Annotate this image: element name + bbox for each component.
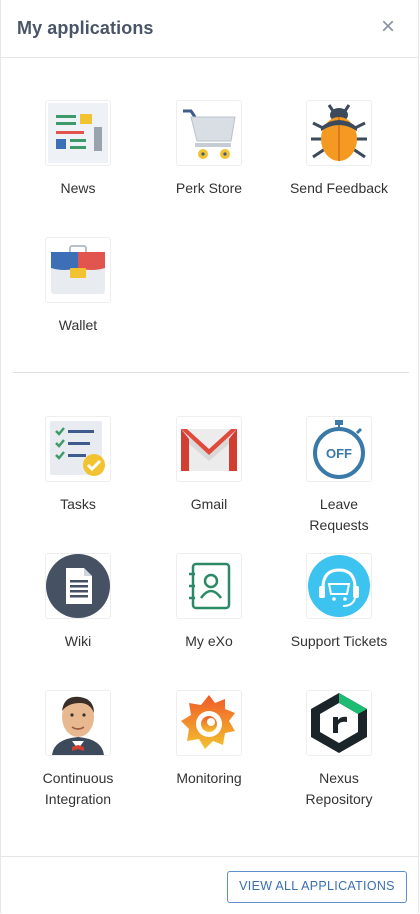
app-support-tickets[interactable]: Support Tickets: [274, 553, 404, 652]
app-label: Support Tickets: [290, 633, 388, 649]
panel-title: My applications: [17, 18, 154, 38]
app-monitoring[interactable]: Monitoring: [144, 690, 274, 789]
view-all-applications-button[interactable]: VIEW ALL APPLICATIONS: [227, 871, 407, 903]
contact-book-icon: [176, 553, 242, 619]
close-icon[interactable]: ×: [378, 15, 398, 39]
app-my-exo[interactable]: My eXo: [144, 553, 274, 652]
app-label: Nexus Repository: [305, 770, 373, 807]
app-gmail[interactable]: Gmail: [144, 416, 274, 515]
perk-store-cart-icon: [176, 100, 242, 166]
wallet-icon: [45, 237, 111, 303]
panel-footer: VIEW ALL APPLICATIONS: [1, 856, 418, 914]
app-label: Tasks: [60, 496, 96, 512]
nexus-icon: [306, 690, 372, 756]
app-news[interactable]: News: [13, 100, 143, 199]
tasks-icon: [45, 416, 111, 482]
app-wallet[interactable]: Wallet: [13, 237, 143, 336]
app-label: Wallet: [58, 317, 98, 333]
app-label: Monitoring: [176, 770, 242, 786]
app-nexus-repository[interactable]: Nexus Repository: [274, 690, 404, 810]
app-label: News: [60, 180, 96, 196]
headset-support-icon: [306, 553, 372, 619]
app-label: Gmail: [190, 496, 228, 512]
news-icon: [45, 100, 111, 166]
gmail-icon: [176, 416, 242, 482]
grafana-icon: [176, 690, 242, 756]
wiki-document-icon: [45, 553, 111, 619]
app-wiki[interactable]: Wiki: [13, 553, 143, 652]
panel-header: My applications ×: [1, 0, 418, 58]
app-label: Wiki: [64, 633, 92, 649]
stopwatch-off-icon: OFF: [306, 416, 372, 482]
svg-text:OFF: OFF: [326, 446, 352, 461]
app-send-feedback[interactable]: Send Feedback: [274, 100, 404, 199]
app-label: Perk Store: [175, 180, 243, 196]
section-divider: [13, 372, 409, 373]
app-label: Continuous Integration: [42, 770, 114, 807]
app-label: Leave Requests: [309, 496, 369, 533]
jenkins-icon: [45, 690, 111, 756]
app-label: Send Feedback: [289, 180, 389, 196]
app-continuous-integration[interactable]: Continuous Integration: [13, 690, 143, 810]
app-tasks[interactable]: Tasks: [13, 416, 143, 515]
app-label: My eXo: [185, 633, 233, 649]
app-perk-store[interactable]: Perk Store: [144, 100, 274, 199]
app-leave-requests[interactable]: OFF Leave Requests: [274, 416, 404, 536]
app-center-panel: My applications × News Perk Store Send F…: [0, 0, 419, 913]
bug-icon: [306, 100, 372, 166]
